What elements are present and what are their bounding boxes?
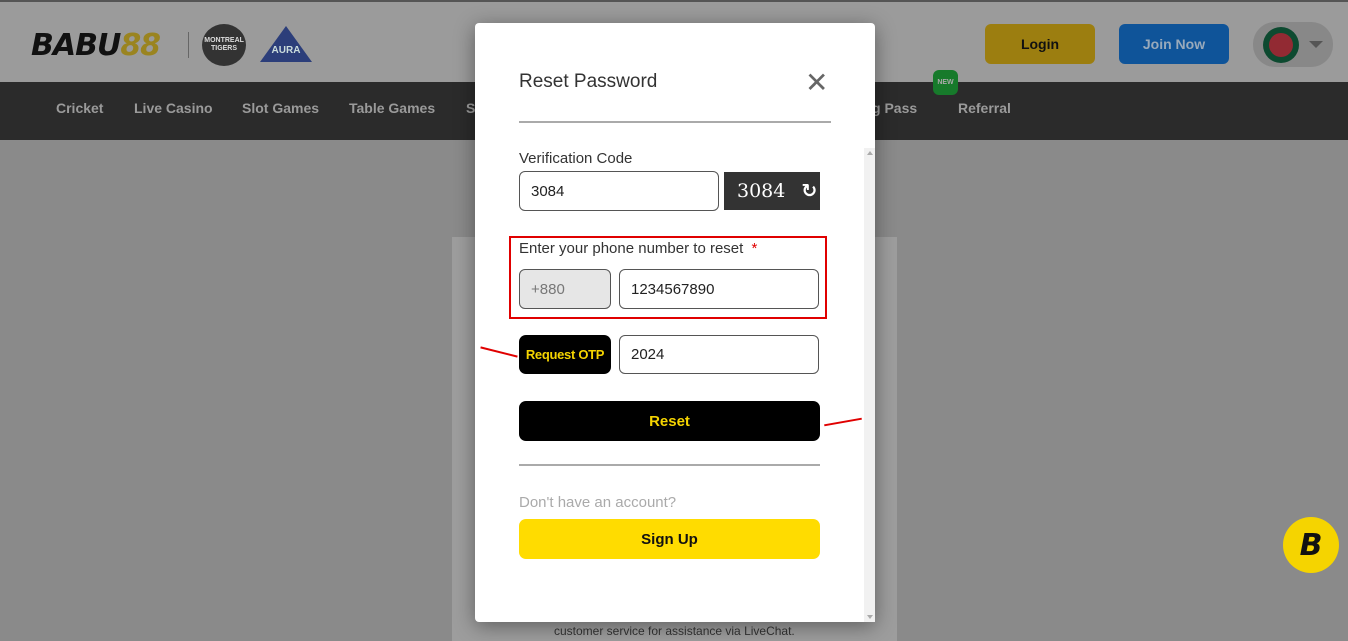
verification-code-label: Verification Code (519, 150, 633, 167)
aura-logo: AURA (260, 26, 312, 62)
divider (519, 464, 820, 466)
request-otp-button[interactable]: Request OTP (519, 335, 611, 374)
montreal-tigers-logo: MONTREAL TIGERS (202, 24, 246, 66)
divider (519, 121, 831, 123)
new-badge: NEW (933, 70, 958, 95)
refresh-icon[interactable]: ↻ (801, 180, 817, 202)
background-help-text: customer service for assistance via Live… (554, 624, 795, 638)
language-selector[interactable] (1253, 22, 1333, 67)
modal-scrollbar[interactable] (864, 148, 875, 622)
nav-cricket[interactable]: Cricket (56, 100, 103, 116)
reset-password-modal: Reset Password ✕ Verification Code 3084↻… (475, 23, 875, 622)
close-icon[interactable]: ✕ (805, 69, 828, 97)
sign-up-button[interactable]: Sign Up (519, 519, 820, 559)
captcha-image: 3084 ↻ (724, 172, 820, 210)
livechat-button[interactable]: B (1283, 517, 1339, 573)
reset-button[interactable]: Reset (519, 401, 820, 441)
verification-code-input[interactable] (519, 171, 719, 211)
babu88-logo[interactable]: BABU88 (31, 28, 161, 63)
login-button[interactable]: Login (985, 24, 1095, 64)
country-code-field (519, 269, 611, 309)
modal-title: Reset Password (519, 71, 658, 92)
phone-label: Enter your phone number to reset * (519, 240, 758, 257)
nav-slot-games[interactable]: Slot Games (242, 100, 319, 116)
nav-table-games[interactable]: Table Games (349, 100, 435, 116)
join-now-button[interactable]: Join Now (1119, 24, 1229, 64)
nav-referral[interactable]: Referral (958, 100, 1011, 116)
nav-pass[interactable]: g Pass (872, 100, 917, 116)
no-account-text: Don't have an account? (519, 494, 677, 511)
nav-live-casino[interactable]: Live Casino (134, 100, 213, 116)
logo-divider (188, 32, 189, 58)
nav-item-partial[interactable]: S (466, 100, 475, 116)
bangladesh-flag-icon (1263, 26, 1299, 63)
otp-input[interactable] (619, 335, 819, 374)
phone-number-input[interactable] (619, 269, 819, 309)
caret-down-icon (1309, 41, 1323, 48)
